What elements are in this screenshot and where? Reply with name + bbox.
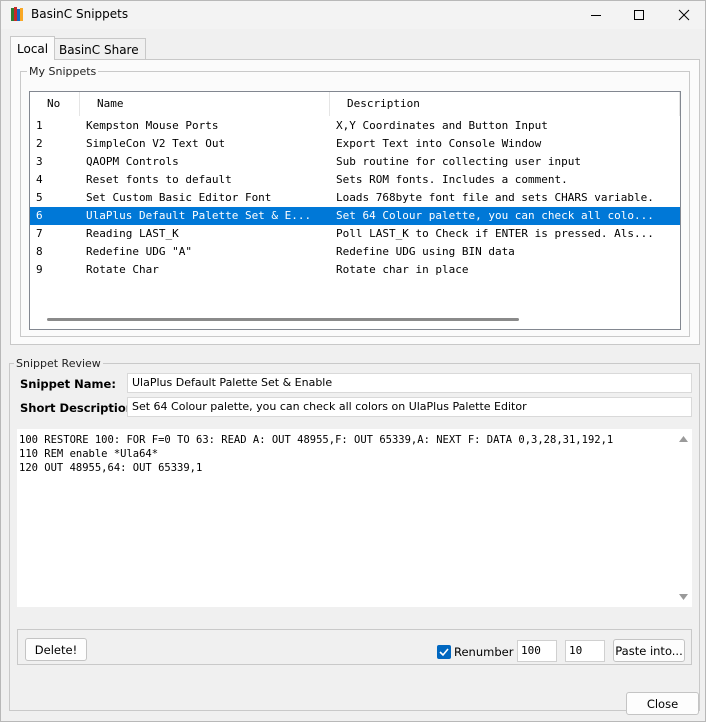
snippet-code-editor[interactable]: 100 RESTORE 100: FOR F=0 TO 63: READ A: … [17, 429, 692, 607]
list-item[interactable]: 1 Kempston Mouse Ports X,Y Coordinates a… [30, 117, 680, 135]
row-description: Poll LAST_K to Check if ENTER is pressed… [336, 227, 654, 240]
row-name: Reading LAST_K [86, 227, 179, 240]
short-description-label: Short Description [20, 401, 134, 415]
maximize-icon [634, 10, 644, 20]
list-item[interactable]: 8 Redefine UDG "A" Redefine UDG using BI… [30, 243, 680, 261]
snippets-list[interactable]: No Name Description 1 Kempston Mouse Por… [29, 91, 681, 330]
tab-basinc-share[interactable]: BasinC Share [52, 38, 146, 60]
my-snippets-legend: My Snippets [27, 65, 99, 78]
close-button[interactable]: Close [626, 692, 699, 715]
delete-button[interactable]: Delete! [25, 638, 87, 661]
row-description: Set 64 Colour palette, you can check all… [336, 209, 654, 222]
row-description: Sub routine for collecting user input [336, 155, 582, 168]
row-no: 1 [36, 119, 43, 132]
column-header-description[interactable]: Description [330, 92, 680, 116]
row-description: Redefine UDG using BIN data [336, 245, 515, 258]
column-header-no[interactable]: No [30, 92, 80, 116]
row-no: 6 [36, 209, 43, 222]
row-description: Sets ROM fonts. Includes a comment. [336, 173, 568, 186]
scroll-up-arrow-icon[interactable] [679, 433, 688, 445]
checkmark-icon [439, 648, 449, 657]
row-name: Rotate Char [86, 263, 159, 276]
row-name: QAOPM Controls [86, 155, 179, 168]
snippet-review-legend: Snippet Review [14, 357, 103, 370]
list-item[interactable]: 9 Rotate Char Rotate char in place [30, 261, 680, 279]
row-name: Kempston Mouse Ports [86, 119, 219, 132]
paste-into-button[interactable]: Paste into... [613, 639, 685, 662]
row-name: Reset fonts to default [86, 173, 232, 186]
list-item[interactable]: 7 Reading LAST_K Poll LAST_K to Check if… [30, 225, 680, 243]
row-name: Redefine UDG "A" [86, 245, 192, 258]
scroll-down-arrow-icon[interactable] [679, 591, 688, 603]
maximize-button[interactable] [616, 1, 662, 29]
list-item[interactable]: 3 QAOPM Controls Sub routine for collect… [30, 153, 680, 171]
row-description: Export Text into Console Window [336, 137, 542, 150]
list-horizontal-scrollbar[interactable] [30, 316, 680, 324]
column-header-name[interactable]: Name [80, 92, 330, 116]
row-no: 9 [36, 263, 43, 276]
close-icon [678, 9, 690, 21]
list-scroll-thumb[interactable] [47, 318, 519, 321]
row-description: Loads 768byte font file and sets CHARS v… [336, 191, 654, 204]
row-description: Rotate char in place [336, 263, 469, 276]
tab-local[interactable]: Local [10, 36, 56, 60]
minimize-button[interactable] [573, 1, 619, 29]
title-bar[interactable]: BasinC Snippets [1, 1, 705, 29]
snippets-window: BasinC Snippets Local BasinC Share My Sn… [0, 0, 706, 722]
renumber-step-input[interactable]: 10 [565, 640, 605, 662]
renumber-start-input[interactable]: 100 [517, 640, 557, 662]
row-no: 7 [36, 227, 43, 240]
snippet-name-field[interactable]: UlaPlus Default Palette Set & Enable [127, 373, 692, 393]
row-no: 4 [36, 173, 43, 186]
row-name: UlaPlus Default Palette Set & E... [86, 209, 312, 222]
close-window-button[interactable] [661, 1, 706, 29]
renumber-checkbox[interactable] [437, 645, 451, 659]
row-name: SimpleCon V2 Text Out [86, 137, 226, 150]
short-description-field[interactable]: Set 64 Colour palette, you can check all… [127, 397, 692, 417]
row-description: X,Y Coordinates and Button Input [336, 119, 548, 132]
list-header: No Name Description [30, 92, 680, 116]
code-line: 120 OUT 48955,64: OUT 65339,1 [19, 462, 203, 474]
snippet-name-label: Snippet Name: [20, 377, 116, 391]
app-books-icon [11, 7, 23, 22]
row-no: 2 [36, 137, 43, 150]
row-no: 5 [36, 191, 43, 204]
window-title: BasinC Snippets [31, 7, 129, 21]
list-item[interactable]: 5 Set Custom Basic Editor Font Loads 768… [30, 189, 680, 207]
row-no: 8 [36, 245, 43, 258]
list-item[interactable]: 2 SimpleCon V2 Text Out Export Text into… [30, 135, 680, 153]
minimize-icon [591, 15, 601, 16]
code-line: 100 RESTORE 100: FOR F=0 TO 63: READ A: … [19, 434, 614, 446]
code-line: 110 REM enable *Ula64* [19, 448, 159, 460]
row-name: Set Custom Basic Editor Font [86, 191, 272, 204]
list-item-selected[interactable]: 6 UlaPlus Default Palette Set & E... Set… [30, 207, 680, 225]
renumber-label[interactable]: Renumber [454, 645, 513, 659]
list-item[interactable]: 4 Reset fonts to default Sets ROM fonts.… [30, 171, 680, 189]
row-no: 3 [36, 155, 43, 168]
